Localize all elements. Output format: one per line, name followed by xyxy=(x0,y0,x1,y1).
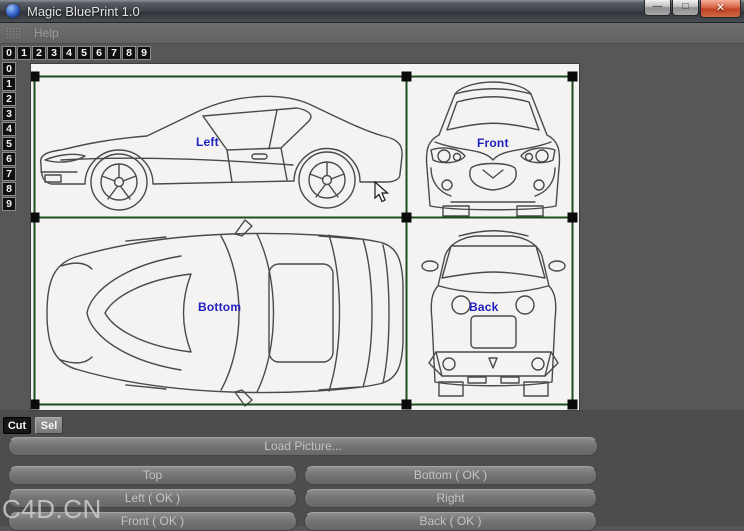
ruler-top-5[interactable]: 5 xyxy=(77,46,91,60)
ruler-left-7[interactable]: 7 xyxy=(2,167,16,181)
blueprint-drawing xyxy=(31,71,578,410)
ruler-top-7[interactable]: 7 xyxy=(107,46,121,60)
selection-handle[interactable] xyxy=(401,212,412,223)
bottom-ok-button[interactable]: Bottom ( OK ) xyxy=(304,466,597,485)
right-button[interactable]: Right xyxy=(304,489,597,508)
load-picture-button[interactable]: Load Picture... xyxy=(8,437,598,456)
view-label-back: Back xyxy=(469,300,499,314)
drag-handle-icon[interactable] xyxy=(6,26,22,39)
ruler-left-0[interactable]: 0 xyxy=(2,62,16,76)
app-icon xyxy=(6,4,20,18)
ruler-top: 0 1 2 3 4 5 6 7 8 9 xyxy=(2,46,151,60)
car-side-view xyxy=(39,95,403,211)
minimize-button[interactable]: — xyxy=(644,0,671,16)
ruler-top-9[interactable]: 9 xyxy=(137,46,151,60)
window-title: Magic BluePrint 1.0 xyxy=(27,3,140,19)
bottom-panel: Cut Sel Load Picture... Top Bottom ( OK … xyxy=(0,410,744,531)
ruler-top-6[interactable]: 6 xyxy=(92,46,106,60)
ruler-top-1[interactable]: 1 xyxy=(17,46,31,60)
minimize-icon: — xyxy=(652,1,663,12)
ruler-left-1[interactable]: 1 xyxy=(2,77,16,91)
menu-bar: Help xyxy=(0,22,744,44)
close-button[interactable]: ✕ xyxy=(700,0,741,18)
selection-handle[interactable] xyxy=(567,212,578,223)
ruler-top-4[interactable]: 4 xyxy=(62,46,76,60)
selection-handle[interactable] xyxy=(31,212,40,223)
selection-handle[interactable] xyxy=(567,71,578,82)
selection-handle[interactable] xyxy=(31,399,40,410)
close-icon: ✕ xyxy=(715,2,726,14)
ruler-left-4[interactable]: 4 xyxy=(2,122,16,136)
cut-tab[interactable]: Cut xyxy=(3,417,31,434)
top-button[interactable]: Top xyxy=(8,466,297,485)
ruler-top-2[interactable]: 2 xyxy=(32,46,46,60)
ruler-left-6[interactable]: 6 xyxy=(2,152,16,166)
back-ok-button[interactable]: Back ( OK ) xyxy=(304,512,597,531)
selection-handle[interactable] xyxy=(31,71,40,82)
ruler-top-3[interactable]: 3 xyxy=(47,46,61,60)
watermark: C4D.CN xyxy=(2,494,102,524)
selection-handle[interactable] xyxy=(567,399,578,410)
maximize-button[interactable]: □ xyxy=(672,0,699,16)
maximize-icon: □ xyxy=(682,1,689,12)
ruler-left: 0 1 2 3 4 5 6 7 8 9 xyxy=(2,62,16,211)
title-bar[interactable]: Magic BluePrint 1.0 xyxy=(0,0,744,23)
view-label-bottom: Bottom xyxy=(198,300,242,314)
blueprint-canvas[interactable]: Left Front Bottom Back xyxy=(30,63,580,411)
ruler-left-3[interactable]: 3 xyxy=(2,107,16,121)
ruler-left-5[interactable]: 5 xyxy=(2,137,16,151)
view-label-left: Left xyxy=(196,135,219,149)
ruler-left-8[interactable]: 8 xyxy=(2,182,16,196)
ruler-top-0[interactable]: 0 xyxy=(2,46,16,60)
ruler-top-8[interactable]: 8 xyxy=(122,46,136,60)
selection-handle[interactable] xyxy=(401,71,412,82)
mouse-cursor-icon xyxy=(374,180,390,208)
window-controls: — □ ✕ xyxy=(644,0,741,18)
selection-handle[interactable] xyxy=(401,399,412,410)
sel-tab[interactable]: Sel xyxy=(35,417,63,434)
view-label-front: Front xyxy=(477,136,509,150)
ruler-left-2[interactable]: 2 xyxy=(2,92,16,106)
menu-item-help[interactable]: Help xyxy=(30,26,63,40)
ruler-left-9[interactable]: 9 xyxy=(2,197,16,211)
